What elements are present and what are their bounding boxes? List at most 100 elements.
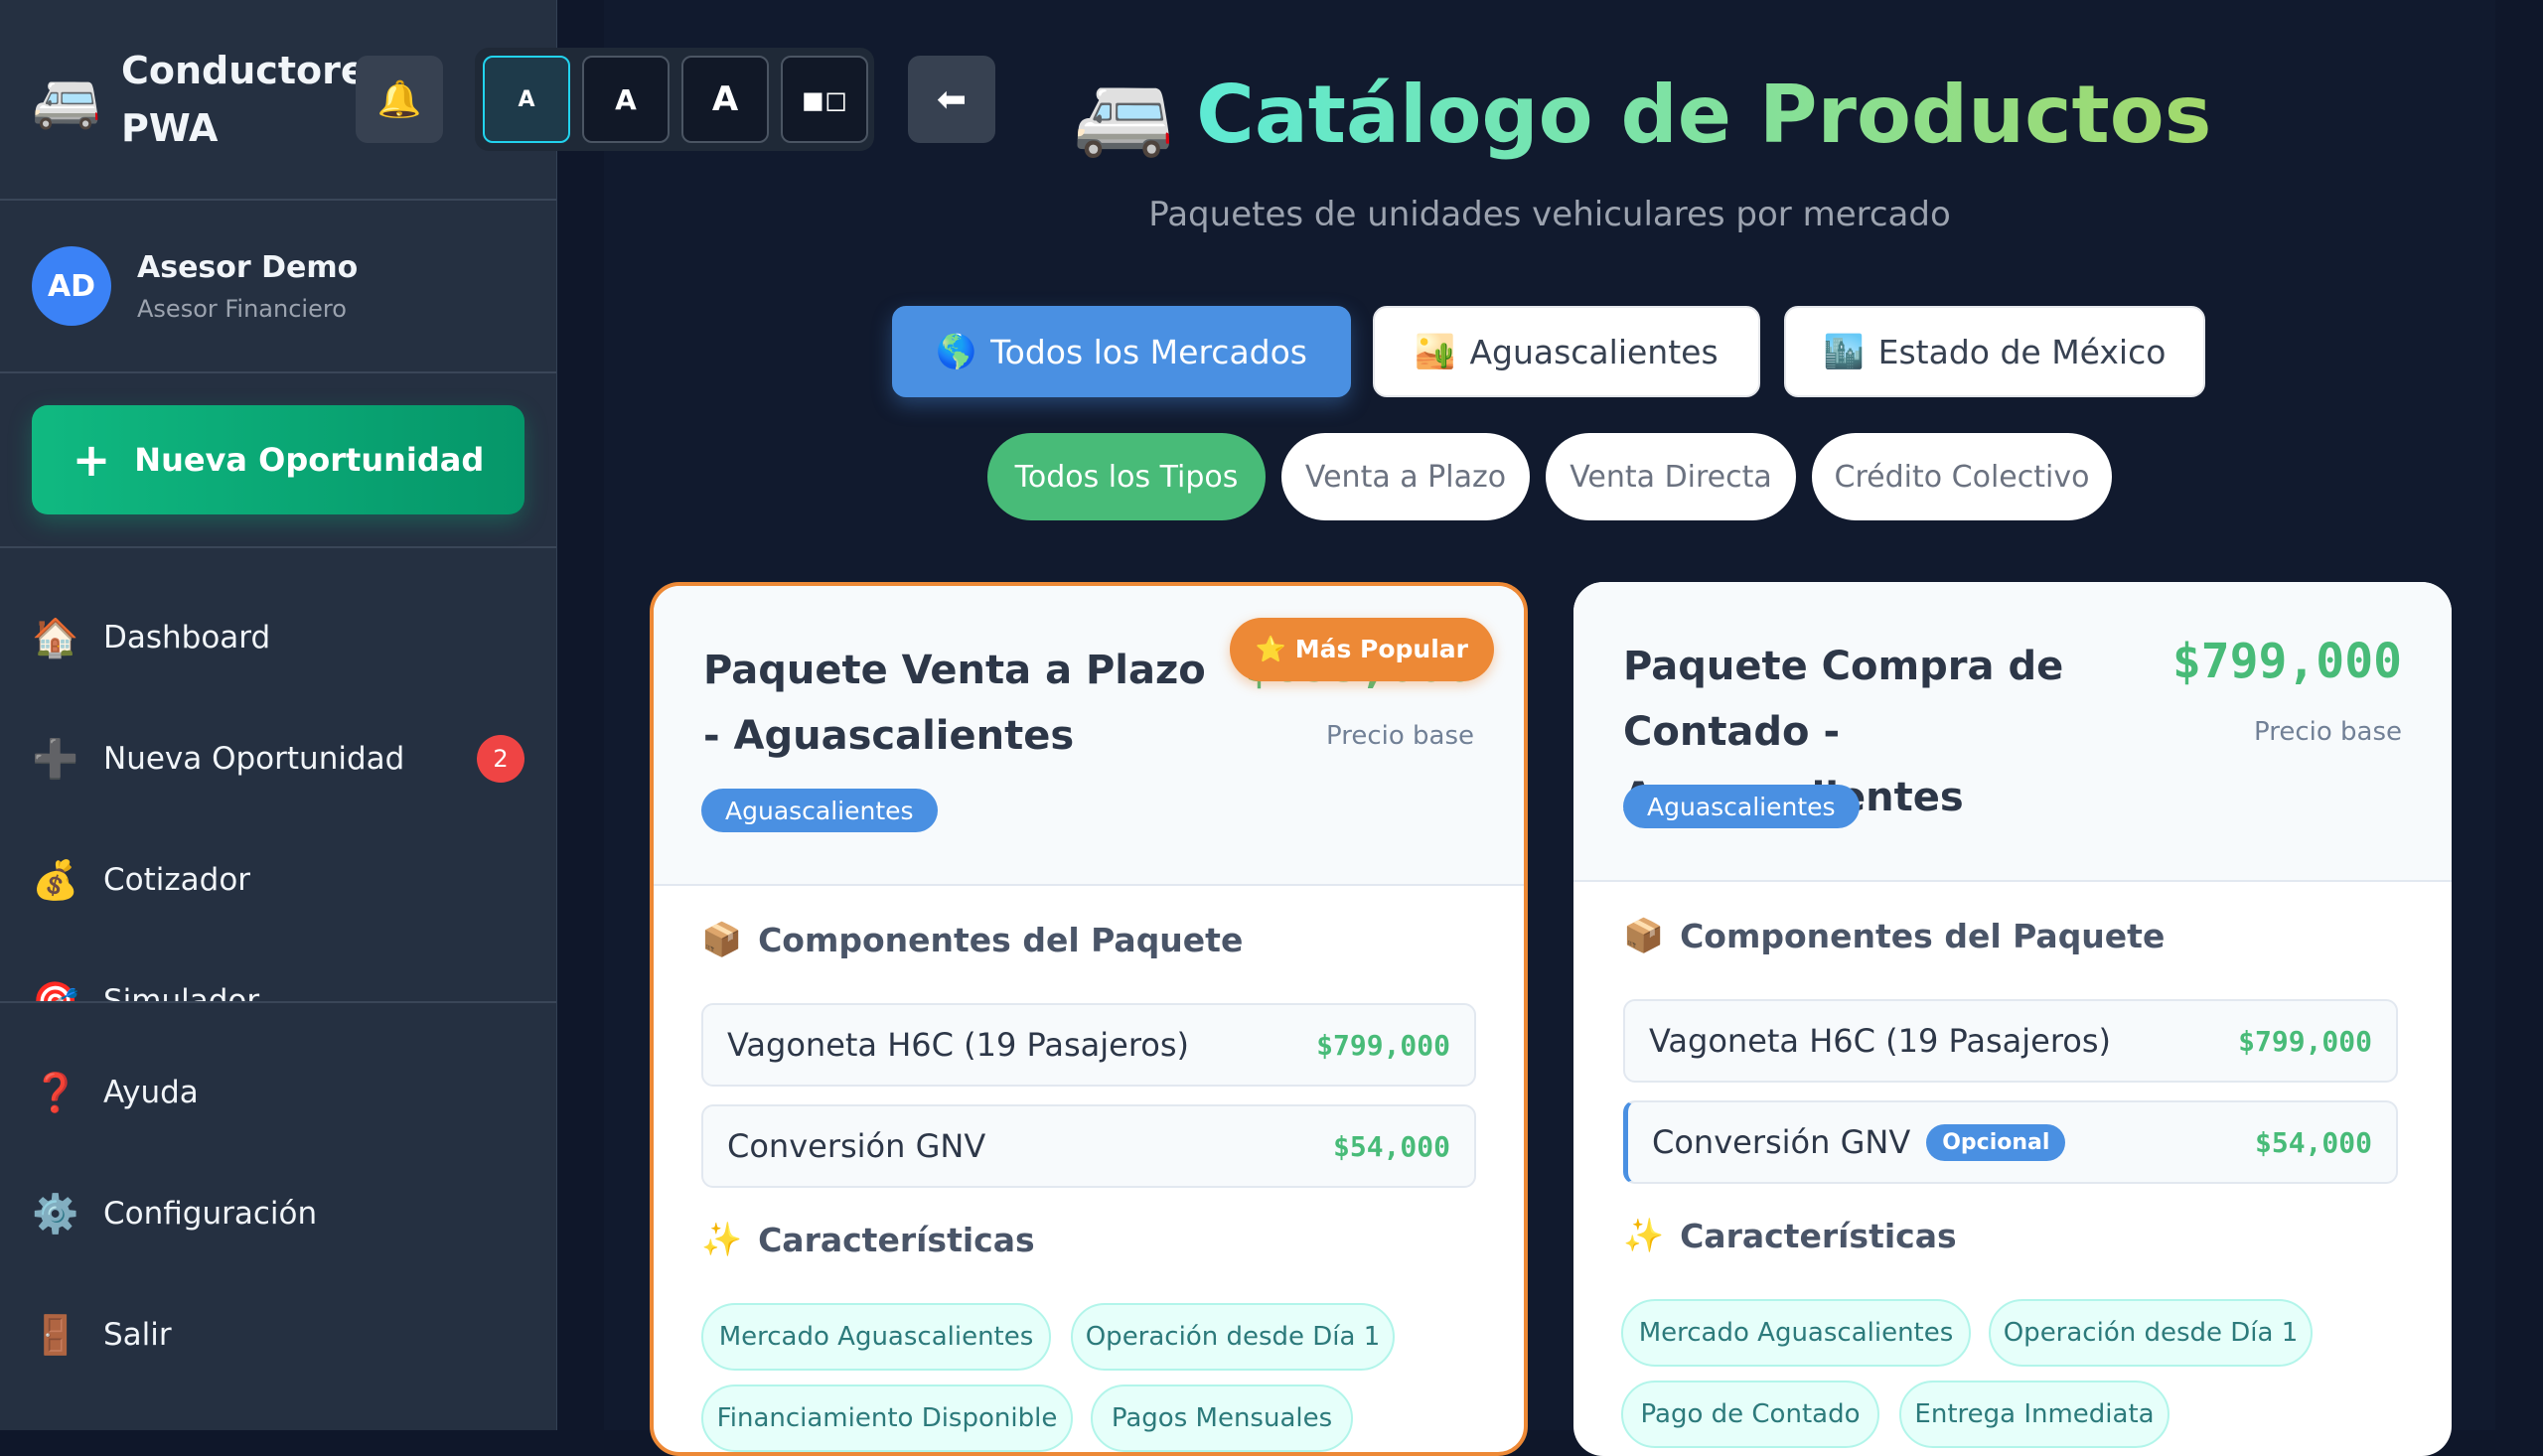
sidebar-item-label: Dashboard	[103, 620, 271, 655]
plus-icon: +	[72, 433, 111, 487]
globe-icon: 🌎	[935, 332, 977, 370]
product-price: $799,000	[2171, 634, 2402, 689]
sidebar-item-label: Nueva Oportunidad	[103, 741, 405, 777]
filter-label: Aguascalientes	[1469, 332, 1719, 371]
product-title: Paquete Venta a Plazo - Aguascalientes	[703, 648, 1206, 759]
filter-market-edomex[interactable]: 🏙️ Estado de México	[1784, 306, 2205, 397]
page-title-text: Catálogo de Productos	[1196, 68, 2212, 161]
component-price: $54,000	[1332, 1129, 1450, 1163]
door-icon: 🚪	[32, 1312, 79, 1357]
market-badge: Aguascalientes	[701, 789, 938, 832]
section-label: Características	[1680, 1216, 1957, 1255]
sidebar-item-cotizador[interactable]: 💰 Cotizador	[32, 840, 524, 920]
help-icon: ❓	[32, 1070, 79, 1114]
user-name: Asesor Demo	[137, 249, 359, 285]
feature-tag: Pago de Contado	[1621, 1381, 1879, 1448]
features-title: ✨ Características	[1623, 1216, 1957, 1255]
component-row: Vagoneta H6C (19 Pasajeros) $799,000	[701, 1003, 1476, 1087]
feature-tag: Pagos Mensuales	[1091, 1384, 1353, 1452]
user-profile[interactable]: AD Asesor Demo Asesor Financiero	[32, 246, 358, 326]
back-arrow-icon: ⬅	[936, 78, 968, 120]
city-icon: 🏙️	[1823, 332, 1865, 370]
sidebar-item-simulador[interactable]: 🎯 Simulador	[32, 961, 524, 1004]
optional-badge: Opcional	[1926, 1123, 2066, 1161]
user-role: Asesor Financiero	[137, 294, 347, 323]
component-row: Conversión GNV $54,000	[701, 1104, 1476, 1188]
component-price: $799,000	[2238, 1024, 2372, 1058]
filter-type-venta-directa[interactable]: Venta Directa	[1546, 433, 1796, 520]
section-label: Componentes del Paquete	[758, 920, 1244, 959]
feature-tag: Mercado Aguascalientes	[1621, 1299, 1971, 1367]
divider	[0, 546, 556, 548]
back-button[interactable]: ⬅	[908, 56, 995, 143]
font-size-small-button[interactable]: A	[483, 56, 570, 143]
components-title: 📦 Componentes del Paquete	[1623, 916, 2165, 955]
font-size-medium-button[interactable]: A	[582, 56, 670, 143]
filter-type-venta-plazo[interactable]: Venta a Plazo	[1281, 433, 1530, 520]
sidebar-item-ayuda[interactable]: ❓ Ayuda	[32, 1053, 524, 1132]
filter-market-all[interactable]: 🌎 Todos los Mercados	[892, 306, 1351, 397]
money-bag-icon: 💰	[32, 857, 79, 902]
new-opportunity-label: Nueva Oportunidad	[134, 441, 485, 479]
product-card-header: Paquete Venta a Plazo - Aguascalientes $…	[654, 586, 1524, 886]
component-name: Conversión GNV	[727, 1127, 986, 1165]
filter-label: Estado de México	[1877, 332, 2167, 371]
page-title: 🚐 Catálogo de Productos	[1073, 60, 2211, 169]
component-price: $799,000	[1316, 1028, 1450, 1062]
components-title: 📦 Componentes del Paquete	[701, 920, 1243, 959]
sidebar-item-salir[interactable]: 🚪 Salir	[32, 1295, 524, 1375]
product-card-header: Paquete Compra de Contado - Aguascalient…	[1573, 582, 2452, 882]
filter-label: Todos los Mercados	[990, 332, 1307, 371]
section-label: Componentes del Paquete	[1680, 916, 2166, 955]
sidebar-item-label: Ayuda	[103, 1075, 199, 1110]
bell-icon: 🔔	[376, 79, 422, 120]
price-label: Precio base	[1325, 721, 1474, 751]
sidebar-item-nueva-oportunidad[interactable]: ➕ Nueva Oportunidad 2	[32, 719, 524, 799]
section-label: Características	[758, 1220, 1035, 1259]
brand-name: Conductores PWA	[121, 49, 389, 150]
new-opportunity-button[interactable]: + Nueva Oportunidad	[32, 405, 524, 514]
target-icon: 🎯	[32, 978, 79, 1004]
component-name: Vagoneta H6C (19 Pasajeros)	[727, 1026, 1190, 1064]
sidebar: 🚐 Conductores PWA AD Asesor Demo Asesor …	[0, 0, 557, 1430]
features-title: ✨ Características	[701, 1220, 1035, 1259]
plus-icon: ➕	[32, 736, 79, 781]
avatar: AD	[32, 246, 111, 326]
popular-badge: ⭐ Más Popular	[1229, 618, 1494, 681]
notification-count-badge: 2	[477, 735, 524, 783]
brand[interactable]: 🚐 Conductores PWA	[32, 40, 389, 159]
van-icon: 🚐	[1073, 67, 1175, 161]
package-icon: 📦	[1623, 916, 1665, 954]
sidebar-item-label: Cotizador	[103, 862, 251, 898]
sidebar-item-label: Salir	[103, 1317, 172, 1353]
page-subtitle: Paquetes de unidades vehiculares por mer…	[1148, 195, 1951, 234]
sidebar-nav: 🏠 Dashboard ➕ Nueva Oportunidad 2 💰 Coti…	[0, 576, 556, 1003]
sidebar-item-dashboard[interactable]: 🏠 Dashboard	[32, 598, 524, 677]
divider	[0, 199, 556, 201]
sidebar-item-configuracion[interactable]: ⚙️ Configuración	[32, 1174, 524, 1253]
feature-tag: Operación desde Día 1	[1989, 1299, 2313, 1367]
sidebar-item-label: Simulador	[103, 983, 260, 1003]
filter-type-all[interactable]: Todos los Tipos	[987, 433, 1266, 520]
font-size-large-button[interactable]: A	[681, 56, 769, 143]
market-badge: Aguascalientes	[1623, 785, 1860, 828]
price-label: Precio base	[2253, 717, 2402, 747]
component-row: Vagoneta H6C (19 Pasajeros) $799,000	[1623, 999, 2398, 1083]
sparkles-icon: ✨	[1623, 1216, 1665, 1254]
accessibility-controls: A A A ◼◻	[475, 48, 874, 151]
sparkles-icon: ✨	[701, 1220, 743, 1258]
filter-type-credito-colectivo[interactable]: Crédito Colectivo	[1812, 433, 2112, 520]
home-icon: 🏠	[32, 615, 79, 659]
contrast-toggle-button[interactable]: ◼◻	[781, 56, 868, 143]
product-card[interactable]: Paquete Compra de Contado - Aguascalient…	[1573, 582, 2452, 1456]
divider	[0, 1001, 556, 1003]
notifications-button[interactable]: 🔔	[356, 56, 443, 143]
sidebar-item-label: Configuración	[103, 1196, 318, 1232]
component-price: $54,000	[2254, 1125, 2372, 1159]
feature-tag: Entrega Inmediata	[1899, 1381, 2169, 1448]
filter-market-aguascalientes[interactable]: 🏜️ Aguascalientes	[1373, 306, 1760, 397]
product-card[interactable]: Paquete Venta a Plazo - Aguascalientes $…	[650, 582, 1528, 1456]
feature-tag: Operación desde Día 1	[1071, 1303, 1395, 1371]
gear-icon: ⚙️	[32, 1191, 79, 1236]
feature-tag: Financiamiento Disponible	[701, 1384, 1073, 1452]
